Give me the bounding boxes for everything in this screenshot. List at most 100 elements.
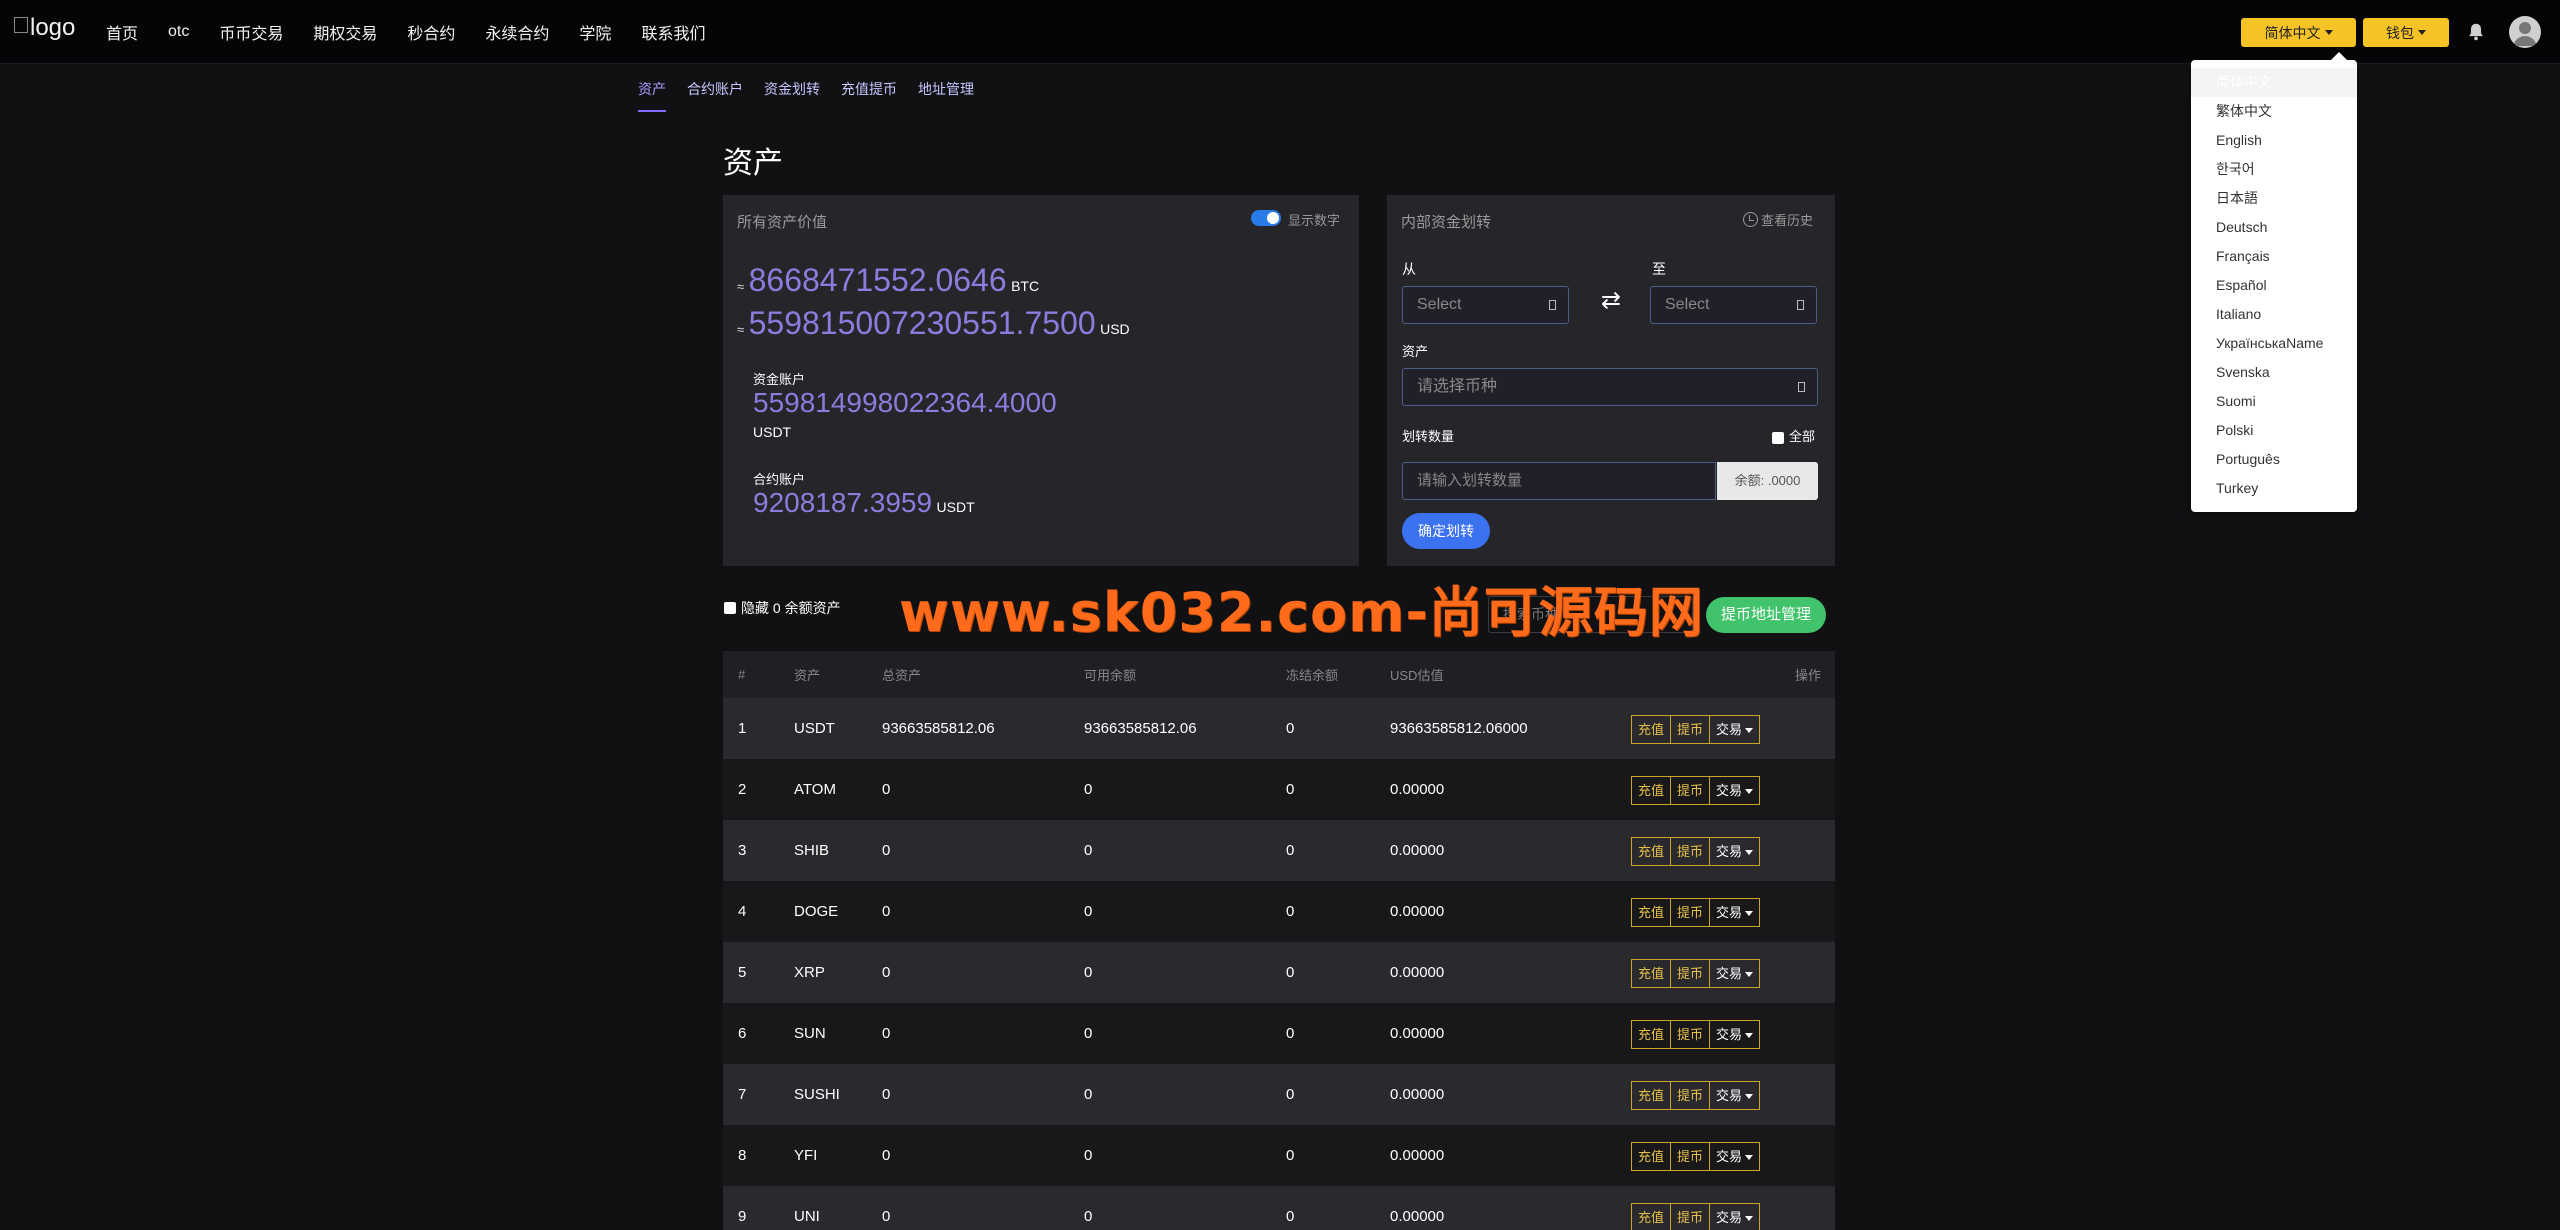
tab-address-management[interactable]: 地址管理 bbox=[918, 78, 974, 112]
deposit-button[interactable]: 充值 bbox=[1631, 1020, 1672, 1049]
language-option[interactable]: 简体中文 bbox=[2191, 68, 2357, 97]
cell-usd-value: 0.00000 bbox=[1390, 842, 1445, 859]
confirm-transfer-button[interactable]: 确定划转 bbox=[1402, 513, 1490, 549]
transfer-amount-input[interactable]: 请输入划转数量 bbox=[1402, 462, 1716, 500]
deposit-button[interactable]: 充值 bbox=[1631, 776, 1672, 805]
withdraw-button[interactable]: 提币 bbox=[1671, 898, 1711, 927]
from-select-placeholder: Select bbox=[1417, 296, 1462, 313]
deposit-button[interactable]: 充值 bbox=[1631, 715, 1672, 744]
cell-available: 0 bbox=[1084, 964, 1093, 981]
trade-button[interactable]: 交易 bbox=[1710, 898, 1761, 927]
view-history-link[interactable]: 查看历史 bbox=[1743, 210, 1813, 229]
tab-fund-transfer[interactable]: 资金划转 bbox=[764, 78, 820, 112]
tab-deposit-withdraw[interactable]: 充值提币 bbox=[841, 78, 897, 112]
tab-assets[interactable]: 资产 bbox=[638, 78, 666, 112]
cell-index: 9 bbox=[738, 1208, 747, 1225]
nav-perpetual[interactable]: 永续合约 bbox=[485, 20, 549, 44]
language-option[interactable]: Turkey bbox=[2191, 474, 2357, 503]
withdraw-address-button[interactable]: 提币地址管理 bbox=[1706, 597, 1826, 633]
language-option[interactable]: Italiano bbox=[2191, 300, 2357, 329]
nav-options[interactable]: 期权交易 bbox=[313, 20, 377, 44]
contract-account-value: 9208187.3959 bbox=[753, 487, 933, 518]
logo[interactable]: logo bbox=[14, 14, 84, 42]
withdraw-button[interactable]: 提币 bbox=[1671, 1081, 1711, 1110]
nav-spot[interactable]: 币币交易 bbox=[219, 20, 283, 44]
nav-contact[interactable]: 联系我们 bbox=[641, 20, 705, 44]
nav-second-contract[interactable]: 秒合约 bbox=[407, 20, 455, 44]
trade-button-label: 交易 bbox=[1716, 1088, 1743, 1103]
hide-zero-balance-checkbox[interactable]: 隐藏 0 余额资产 bbox=[724, 598, 841, 618]
trade-button[interactable]: 交易 bbox=[1710, 1142, 1761, 1171]
language-option[interactable]: УкраїнськаName bbox=[2191, 329, 2357, 358]
from-account-select[interactable]: Select bbox=[1402, 286, 1569, 324]
nav-otc[interactable]: otc bbox=[168, 23, 189, 41]
cell-total: 0 bbox=[882, 1208, 891, 1225]
tab-contract-account[interactable]: 合约账户 bbox=[687, 78, 743, 112]
withdraw-button[interactable]: 提币 bbox=[1671, 959, 1711, 988]
usd-unit: USD bbox=[1100, 321, 1130, 337]
trade-button[interactable]: 交易 bbox=[1710, 1081, 1761, 1110]
withdraw-button[interactable]: 提币 bbox=[1671, 715, 1711, 744]
withdraw-button[interactable]: 提币 bbox=[1671, 1020, 1711, 1049]
cell-available: 93663585812.06 bbox=[1084, 720, 1197, 737]
deposit-button[interactable]: 充值 bbox=[1631, 837, 1672, 866]
trade-button[interactable]: 交易 bbox=[1710, 837, 1761, 866]
language-option[interactable]: 한국어 bbox=[2191, 155, 2357, 184]
language-option[interactable]: English bbox=[2191, 126, 2357, 155]
language-option[interactable]: 繁体中文 bbox=[2191, 97, 2357, 126]
btc-unit: BTC bbox=[1011, 278, 1040, 294]
cell-total: 0 bbox=[882, 1025, 891, 1042]
withdraw-button[interactable]: 提币 bbox=[1671, 776, 1711, 805]
cell-asset: DOGE bbox=[794, 903, 839, 920]
to-account-select[interactable]: Select bbox=[1650, 286, 1817, 324]
trade-button[interactable]: 交易 bbox=[1710, 776, 1761, 805]
trade-button[interactable]: 交易 bbox=[1710, 1203, 1761, 1230]
deposit-button[interactable]: 充值 bbox=[1631, 1081, 1672, 1110]
language-option[interactable]: Français bbox=[2191, 242, 2357, 271]
language-option[interactable]: Svenska bbox=[2191, 358, 2357, 387]
header-total: 总资产 bbox=[882, 668, 922, 683]
table-row: 6 SUN 0 0 0 0.00000 充值 提币 交易 bbox=[723, 1003, 1835, 1064]
table-row: 3 SHIB 0 0 0 0.00000 充值 提币 交易 bbox=[723, 820, 1835, 881]
cell-total: 0 bbox=[882, 964, 891, 981]
cell-frozen: 0 bbox=[1286, 1208, 1295, 1225]
asset-select[interactable]: 请选择币种 bbox=[1402, 368, 1818, 406]
table-row: 2 ATOM 0 0 0 0.00000 充值 提币 交易 bbox=[723, 759, 1835, 820]
deposit-button[interactable]: 充值 bbox=[1631, 1203, 1672, 1230]
trade-button-label: 交易 bbox=[1716, 1210, 1743, 1225]
nav-home[interactable]: 首页 bbox=[106, 20, 138, 44]
language-option[interactable]: Deutsch bbox=[2191, 213, 2357, 242]
trade-button[interactable]: 交易 bbox=[1710, 715, 1761, 744]
language-option[interactable]: Español bbox=[2191, 271, 2357, 300]
avatar[interactable] bbox=[2509, 16, 2541, 48]
deposit-button[interactable]: 充值 bbox=[1631, 959, 1672, 988]
bell-icon[interactable] bbox=[2465, 21, 2487, 43]
show-numbers-toggle[interactable] bbox=[1251, 210, 1281, 226]
wallet-button[interactable]: 钱包 bbox=[2363, 18, 2449, 47]
withdraw-button[interactable]: 提币 bbox=[1671, 1142, 1711, 1171]
usd-total-row: ≈ 559815007230551.7500 USD bbox=[737, 305, 1130, 342]
language-button[interactable]: 简体中文 bbox=[2241, 18, 2356, 47]
language-option[interactable]: 日本語 bbox=[2191, 184, 2357, 213]
contract-account-label: 合约账户 bbox=[753, 472, 806, 487]
nav-academy[interactable]: 学院 bbox=[579, 20, 611, 44]
trade-button-label: 交易 bbox=[1716, 1027, 1743, 1042]
table-row: 5 XRP 0 0 0 0.00000 充值 提币 交易 bbox=[723, 942, 1835, 1003]
language-option[interactable]: Suomi bbox=[2191, 387, 2357, 416]
withdraw-button[interactable]: 提币 bbox=[1671, 837, 1711, 866]
swap-direction-icon[interactable]: ⇄ bbox=[1597, 289, 1625, 313]
deposit-button[interactable]: 充值 bbox=[1631, 898, 1672, 927]
header-frozen: 冻结余额 bbox=[1286, 668, 1339, 683]
withdraw-button[interactable]: 提币 bbox=[1671, 1203, 1711, 1230]
approx-sign: ≈ bbox=[737, 322, 745, 337]
language-option[interactable]: Polski bbox=[2191, 416, 2357, 445]
language-option[interactable]: Português bbox=[2191, 445, 2357, 474]
wallet-label: 钱包 bbox=[2386, 24, 2414, 41]
cell-asset: SUN bbox=[794, 1025, 826, 1042]
deposit-button[interactable]: 充值 bbox=[1631, 1142, 1672, 1171]
select-all-checkbox[interactable]: 全部 bbox=[1772, 426, 1815, 445]
row-actions: 充值 提币 交易 bbox=[1631, 1020, 1761, 1049]
trade-button[interactable]: 交易 bbox=[1710, 1020, 1761, 1049]
table-row: 9 UNI 0 0 0 0.00000 充值 提币 交易 bbox=[723, 1186, 1835, 1230]
trade-button[interactable]: 交易 bbox=[1710, 959, 1761, 988]
